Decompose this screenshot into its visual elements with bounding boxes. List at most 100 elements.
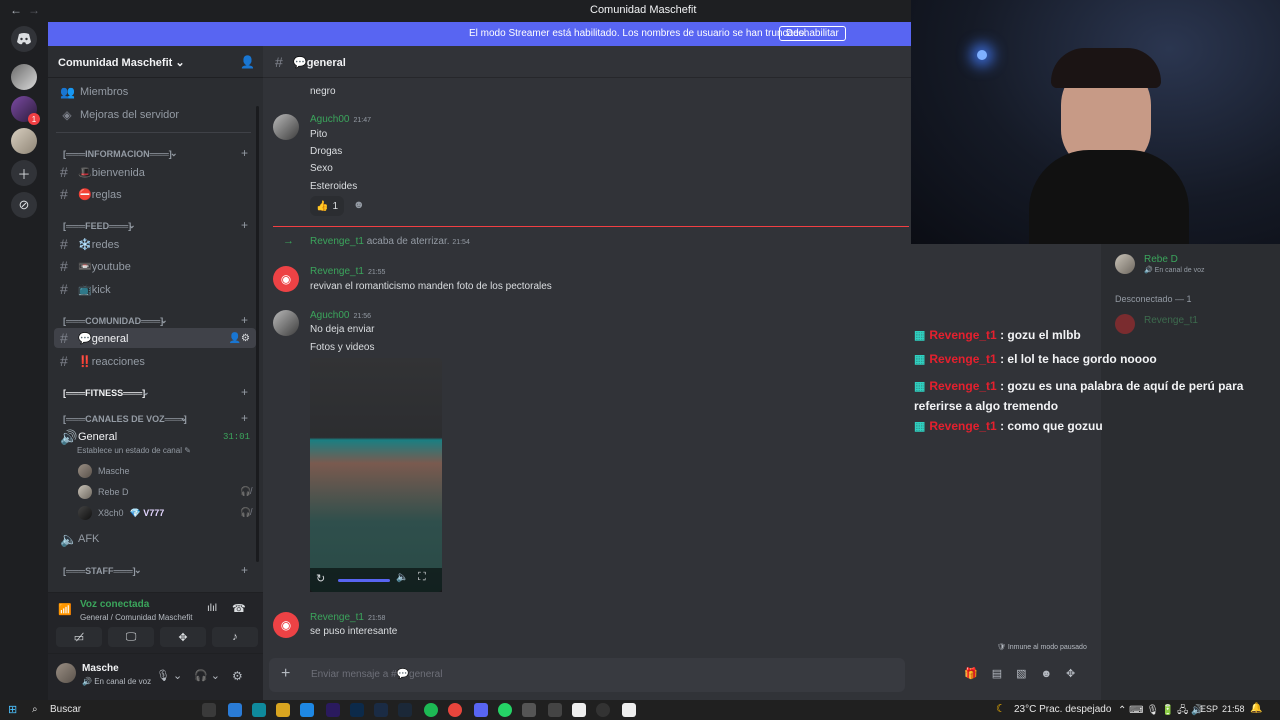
message-author[interactable]: Revenge_t1 21:58 (310, 612, 385, 623)
channel-reglas[interactable]: # ⛔reglas (54, 184, 256, 204)
category-canales-de-voz[interactable]: [═══CANALES DE VOZ═══] (63, 414, 187, 424)
obs-icon[interactable] (596, 703, 610, 717)
server-icon-maschefit[interactable] (11, 64, 37, 90)
category-fitness[interactable]: [═══FITNESS═══] (63, 388, 145, 398)
category-informacion[interactable]: [═══INFORMACION═══] (63, 149, 172, 159)
voice-connected-title[interactable]: Voz conectada (80, 599, 149, 610)
taskbar-search[interactable]: Buscar (50, 704, 81, 715)
message-author[interactable]: Aguch00 21:47 (310, 114, 371, 125)
folder-icon[interactable] (276, 703, 290, 717)
fullscreen-icon[interactable]: ⛶ (418, 571, 426, 584)
spotify-icon[interactable] (424, 703, 438, 717)
back-arrow-icon[interactable]: ← (10, 3, 22, 17)
voice-user-rebe[interactable]: Rebe D (78, 485, 129, 499)
task-view-icon[interactable] (202, 703, 216, 717)
user-settings-gear-icon[interactable]: ⚙ (232, 669, 243, 683)
discord-icon[interactable] (474, 703, 488, 717)
volume-icon[interactable]: 🔈 (396, 572, 408, 583)
app-icon[interactable] (548, 703, 562, 717)
message-author[interactable]: Revenge_t1 21:55 (310, 266, 385, 277)
clock[interactable]: 21:58 (1222, 704, 1245, 714)
server-boosts-item[interactable]: ◈ Mejoras del servidor (60, 108, 179, 122)
server-icon-3[interactable] (11, 128, 37, 154)
composer-tools-icons[interactable]: 🎁▤▧☻✥ (964, 667, 1089, 680)
invite-and-settings-icons[interactable]: 👤⚙ (229, 333, 250, 344)
create-channel-icon[interactable]: + (241, 385, 248, 399)
camera-off-button[interactable]: ▭̸ (56, 627, 102, 647)
channel-status-hint[interactable]: Establece un estado de canal ✎ (77, 446, 191, 455)
server-name[interactable]: Comunidad Maschefit ⌄ (58, 56, 185, 69)
voice-user-masche[interactable]: Masche (78, 464, 130, 478)
create-channel-icon[interactable]: + (241, 313, 248, 327)
voice-connected-subtitle[interactable]: General / Comunidad Maschefit (80, 613, 193, 622)
search-icon[interactable]: ⌕ (32, 704, 38, 715)
notification-icon[interactable]: 🔔 (1250, 703, 1262, 714)
notion-icon[interactable] (572, 703, 586, 717)
tray-icons[interactable]: ⌃ ⌨ 🎙 🔋 🖧 🔊 (1118, 703, 1203, 720)
add-reaction-icon[interactable]: ☻ (353, 199, 365, 211)
headphones-icon[interactable]: 🎧 ⌄ (194, 669, 220, 682)
server-header[interactable]: Comunidad Maschefit ⌄ 👤 (48, 46, 263, 78)
member-name[interactable]: Rebe D (1144, 254, 1178, 265)
create-channel-icon[interactable]: + (241, 146, 248, 160)
video-attachment[interactable]: ↻ 🔈 ⛶ (310, 358, 442, 592)
premiere-icon[interactable] (326, 703, 340, 717)
channel-reacciones[interactable]: # ‼️reacciones (54, 351, 256, 371)
whatsapp-icon[interactable] (498, 703, 512, 717)
video-progress-bar[interactable] (338, 579, 390, 582)
weather-icon[interactable]: ☾ (996, 702, 1006, 715)
avatar[interactable]: ◉ (273, 266, 299, 292)
channel-bienvenida[interactable]: # 🎩bienvenida (54, 162, 256, 182)
user-avatar[interactable] (56, 663, 76, 683)
reaction-thumbs-up[interactable]: 👍 1 (310, 196, 344, 216)
activities-button[interactable]: ✥ (160, 627, 206, 647)
channel-kick[interactable]: # 📺kick (54, 279, 256, 299)
add-attachment-icon[interactable]: + (281, 665, 290, 683)
server-icon-2[interactable]: 1 (11, 96, 40, 125)
message-author[interactable]: Aguch00 21:56 (310, 310, 371, 321)
member-name[interactable]: Revenge_t1 (1144, 315, 1198, 326)
noise-suppression-icon[interactable]: ılıl (207, 603, 217, 614)
steam-icon[interactable] (398, 703, 412, 717)
message-composer[interactable]: + Enviar mensaje a #💬general (269, 658, 905, 692)
signal-icon[interactable]: 📶 (58, 603, 72, 616)
disconnect-icon[interactable]: ☎ (232, 602, 246, 615)
discord-home-icon[interactable] (11, 26, 37, 52)
channel-redes[interactable]: # ❄️redes (54, 234, 256, 254)
chevron-down-icon[interactable]: ⌄ (142, 387, 150, 398)
chevron-down-icon[interactable]: ⌄ (180, 413, 188, 424)
windows-start-icon[interactable]: ⊞ (8, 703, 17, 716)
microphone-icon[interactable]: 🎙 ⌄ (156, 669, 182, 682)
chevron-down-icon[interactable]: ⌄ (128, 220, 136, 231)
voice-channel-general[interactable]: 🔊 General 31:01 (54, 427, 256, 447)
photoshop-icon[interactable] (350, 703, 364, 717)
chrome-icon[interactable] (448, 703, 462, 717)
category-staff[interactable]: [═══STAFF═══] (63, 566, 136, 576)
avatar[interactable] (273, 114, 299, 140)
explore-icon[interactable]: ⊘ (11, 192, 37, 218)
avatar[interactable] (273, 310, 299, 336)
channel-general[interactable]: # 💬general 👤⚙ (54, 328, 256, 348)
screen-share-button[interactable]: 🖵 (108, 627, 154, 647)
user-name[interactable]: Masche (82, 663, 119, 674)
chevron-down-icon[interactable]: ⌄ (134, 565, 142, 576)
voice-user-x8ch0[interactable]: X8ch0 💎 V777 (78, 506, 164, 520)
weather-text[interactable]: 23°C Prac. despejado (1014, 704, 1111, 715)
chevron-down-icon[interactable]: ⌄ (170, 148, 178, 159)
invite-people-icon[interactable]: 👤 (240, 55, 255, 69)
avatar[interactable]: ◉ (273, 612, 299, 638)
members-item[interactable]: 👥 Miembros (60, 85, 128, 99)
avatar[interactable] (1115, 254, 1135, 274)
notion-icon[interactable] (622, 703, 636, 717)
edge-icon[interactable] (252, 703, 266, 717)
soundboard-button[interactable]: ♪ (212, 627, 258, 647)
add-server-icon[interactable]: ＋ (11, 160, 37, 186)
sidebar-scrollbar[interactable] (256, 106, 259, 562)
forward-arrow-icon[interactable]: → (28, 3, 40, 17)
app-icon[interactable] (300, 703, 314, 717)
lightroom-icon[interactable] (374, 703, 388, 717)
replay-icon[interactable]: ↻ (316, 572, 325, 585)
settings-icon[interactable] (522, 703, 536, 717)
category-feed[interactable]: [═══FEED═══] (63, 221, 131, 231)
channel-youtube[interactable]: # 📼youtube (54, 256, 256, 276)
